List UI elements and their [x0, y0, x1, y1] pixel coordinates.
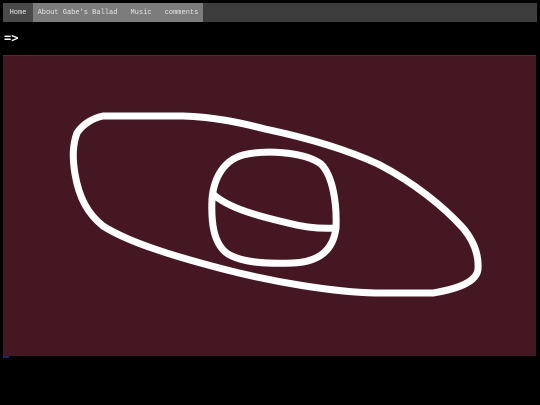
top-nav-bar: Home About Gabe's Ballad Music comments — [3, 3, 537, 22]
drawing-canvas — [3, 55, 536, 356]
nav-item-about-gabes-ballad[interactable]: About Gabe's Ballad — [33, 3, 122, 22]
eye-doodle-drawing — [69, 112, 482, 297]
nav-item-music[interactable]: Music — [122, 3, 160, 22]
nav-item-home[interactable]: Home — [3, 3, 33, 22]
next-arrow-link[interactable]: => — [4, 31, 18, 45]
scroll-indicator — [3, 356, 9, 358]
nav-item-comments[interactable]: comments — [160, 3, 203, 22]
inner-ball-dividing-line — [209, 190, 340, 232]
